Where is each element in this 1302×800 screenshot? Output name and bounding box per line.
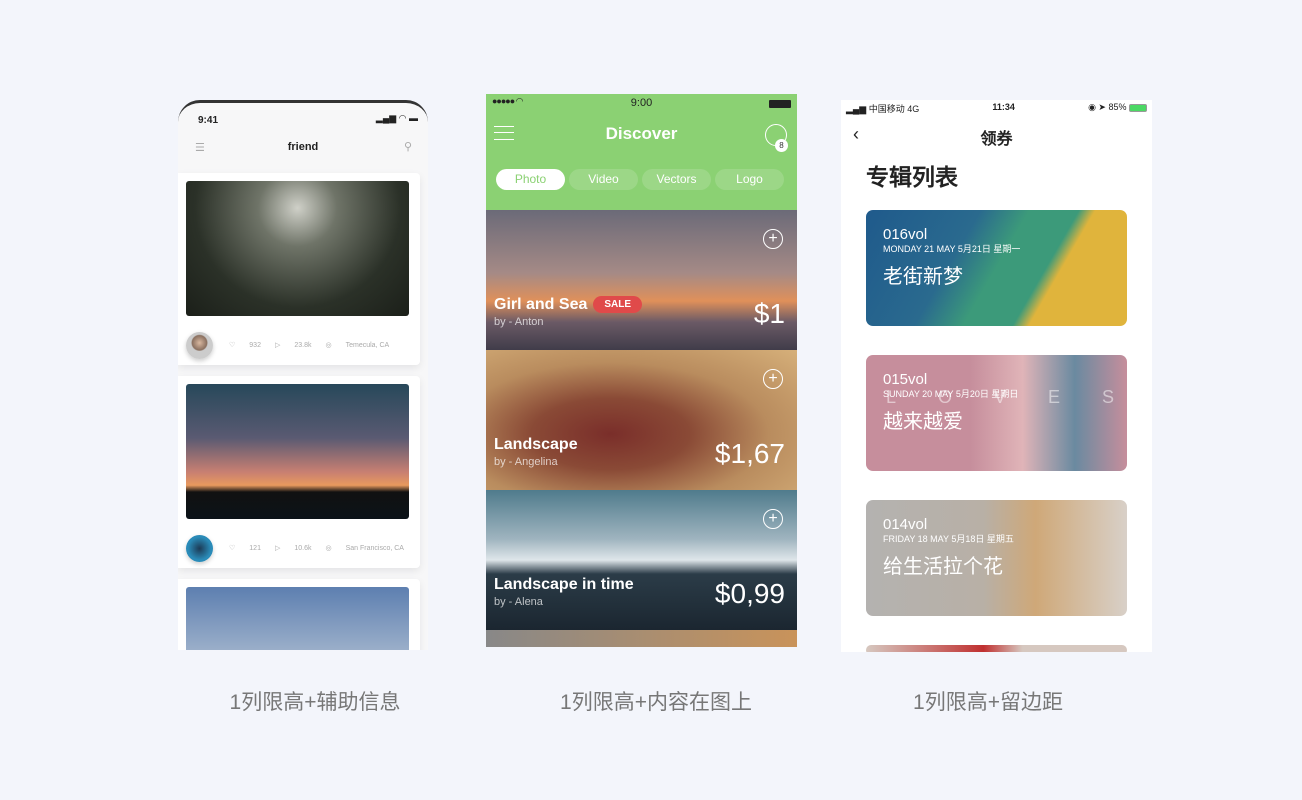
play-icon: ▷ (274, 342, 281, 349)
add-icon[interactable]: + (763, 369, 783, 389)
status-bar: ▂▄▆ 中国移动 4G 11:34 ◉ ➤ 85% (846, 102, 1147, 115)
album-vol: 015vol (883, 371, 928, 388)
album-card[interactable] (866, 645, 1127, 652)
status-time: 9:41 (198, 115, 219, 126)
location-icon: ◎ (325, 342, 332, 349)
sale-badge: SALE (593, 296, 643, 314)
location-icon: ◉ ➤ (1088, 102, 1109, 112)
battery-percent: 85% (1108, 102, 1127, 112)
album-date: MONDAY 21 MAY 5月21日 星期一 (883, 244, 1021, 254)
item-price: $1 (753, 298, 785, 329)
phone-album-list: ▂▄▆ 中国移动 4G 11:34 ◉ ➤ 85% ‹ 领券 专辑列表 016v… (841, 100, 1152, 652)
avatar[interactable] (186, 331, 213, 359)
battery-icon (769, 100, 791, 108)
views-count: 10.6k (294, 544, 312, 552)
page-title: friend (287, 141, 319, 153)
status-time: 11:34 (992, 102, 1015, 112)
list-item[interactable]: + Landscape in time by - Alena $0,99 (486, 490, 797, 630)
album-name: 越来越爱 (883, 411, 963, 433)
caption-1: 1列限高+辅助信息 (229, 691, 401, 714)
post-card[interactable] (178, 579, 420, 650)
status-icons: ▂▄▆ ◠ ▬ (375, 113, 418, 123)
list-item[interactable]: + Girl and Sea SALE by - Anton $1 (486, 210, 797, 350)
location-icon: ◎ (325, 545, 332, 552)
item-name: Landscape in time (494, 576, 634, 593)
tab-vectors[interactable]: Vectors (642, 169, 711, 190)
tab-photo[interactable]: Photo (496, 169, 565, 190)
album-date: FRIDAY 18 MAY 5月18日 星期五 (883, 534, 1014, 544)
search-icon[interactable]: ⚲ (404, 140, 412, 153)
post-card[interactable]: ♡ 121 ▷ 10.6k ◎ San Francisco, CA (178, 376, 420, 568)
post-image[interactable] (186, 587, 409, 650)
post-card[interactable]: ♡ 932 ▷ 23.8k ◎ Temecula, CA (178, 173, 420, 365)
tab-logo[interactable]: Logo (715, 169, 784, 190)
carrier: 中国移动 4G (868, 104, 920, 114)
album-card[interactable]: 016vol MONDAY 21 MAY 5月21日 星期一 老街新梦 (866, 210, 1127, 326)
signal-icon: ▂▄▆ (846, 104, 869, 114)
item-author: by - Alena (494, 596, 543, 608)
likes-count: 932 (249, 341, 261, 349)
phone-discover: ●●●●● ◠ 9:00 Discover 8 Photo Video Vect… (486, 94, 797, 647)
album-date: SUNDAY 20 MAY 5月20日 星期日 (883, 389, 1019, 399)
page-title: 领券 (980, 131, 1013, 148)
add-icon[interactable]: + (763, 229, 783, 249)
item-author: by - Anton (494, 316, 544, 328)
location: Temecula, CA (345, 341, 390, 349)
album-vol: 014vol (883, 516, 928, 533)
item-price: $1,67 (714, 438, 785, 469)
heart-icon[interactable]: ♡ (229, 544, 235, 552)
battery-icon (1129, 103, 1147, 112)
views-count: 23.8k (294, 341, 312, 349)
page-title: Discover (605, 124, 678, 143)
cart-badge: 8 (775, 139, 788, 152)
post-image[interactable] (186, 181, 409, 316)
play-icon: ▷ (274, 545, 281, 552)
caption-2: 1列限高+内容在图上 (560, 691, 752, 714)
location: San Francisco, CA (345, 544, 404, 552)
album-card[interactable]: 014vol FRIDAY 18 MAY 5月18日 星期五 给生活拉个花 (866, 500, 1127, 616)
item-name: Landscape (494, 436, 578, 453)
item-author: by - Angelina (494, 456, 558, 468)
post-image[interactable] (186, 384, 409, 519)
album-name: 给生活拉个花 (883, 556, 1003, 578)
add-icon[interactable]: + (763, 509, 783, 529)
item-name: Girl and Sea (494, 296, 588, 313)
caption-3: 1列限高+留边距 (913, 691, 1063, 714)
phone-friend-feed: 9:41 ▂▄▆ ◠ ▬ ☰ friend ⚲ ♡ 932 ▷ 23.8k ◎ Tem… (178, 100, 428, 650)
album-name: 老街新梦 (883, 266, 963, 288)
avatar[interactable] (186, 534, 213, 562)
list-item[interactable] (486, 630, 797, 647)
list-item[interactable]: + Landscape by - Angelina $1,67 (486, 350, 797, 490)
likes-count: 121 (249, 544, 261, 552)
section-heading: 专辑列表 (866, 164, 958, 190)
heart-icon[interactable]: ♡ (229, 341, 235, 349)
album-vol: 016vol (883, 226, 928, 243)
header: ●●●●● ◠ 9:00 Discover 8 Photo Video Vect… (486, 94, 797, 210)
status-time: 9:00 (630, 97, 653, 109)
album-card[interactable]: LOVES 015vol SUNDAY 20 MAY 5月20日 星期日 越来越… (866, 355, 1127, 471)
tab-video[interactable]: Video (569, 169, 638, 190)
item-price: $0,99 (714, 578, 785, 609)
